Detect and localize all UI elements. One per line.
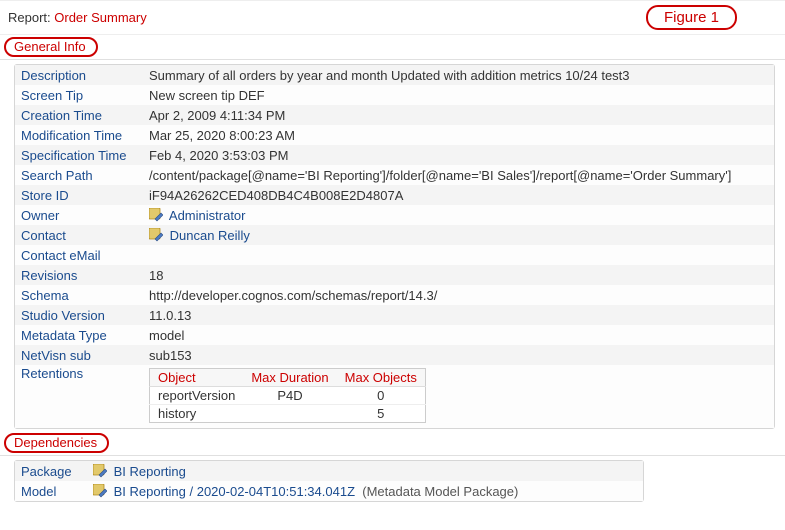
value-contact: Duncan Reilly — [149, 228, 768, 243]
package-shortcut-icon — [93, 464, 107, 478]
label-search-path: Search Path — [21, 168, 149, 183]
section-general-info-title: General Info — [4, 37, 98, 57]
label-modification-time: Modification Time — [21, 128, 149, 143]
value-studio-version: 11.0.13 — [149, 308, 768, 323]
user-shortcut-icon — [149, 228, 163, 242]
row-store-id: Store ID iF94A26262CED408DB4C4B008E2D480… — [15, 185, 774, 205]
retentions-wrap: Object Max Duration Max Objects reportVe… — [149, 366, 426, 427]
cell-max-duration: P4D — [243, 387, 336, 405]
user-shortcut-icon — [149, 208, 163, 222]
retentions-col-max-duration: Max Duration — [243, 369, 336, 387]
value-modification-time: Mar 25, 2020 8:00:23 AM — [149, 128, 768, 143]
model-link[interactable]: BI Reporting / 2020-02-04T10:51:34.041Z — [114, 484, 355, 499]
section-dependencies-header: Dependencies — [0, 433, 785, 456]
label-contact: Contact — [21, 228, 149, 243]
value-netvisn-sub: sub153 — [149, 348, 768, 363]
row-creation-time: Creation Time Apr 2, 2009 4:11:34 PM — [15, 105, 774, 125]
label-specification-time: Specification Time — [21, 148, 149, 163]
value-creation-time: Apr 2, 2009 4:11:34 PM — [149, 108, 768, 123]
row-schema: Schema http://developer.cognos.com/schem… — [15, 285, 774, 305]
row-contact-email: Contact eMail — [15, 245, 774, 265]
label-creation-time: Creation Time — [21, 108, 149, 123]
value-owner: Administrator — [149, 208, 768, 223]
cell-object: history — [150, 405, 244, 423]
row-specification-time: Specification Time Feb 4, 2020 3:53:03 P… — [15, 145, 774, 165]
label-store-id: Store ID — [21, 188, 149, 203]
package-shortcut-icon — [93, 484, 107, 498]
general-info-panel: Description Summary of all orders by yea… — [14, 64, 775, 429]
table-row: reportVersion P4D 0 — [150, 387, 426, 405]
value-metadata-type: model — [149, 328, 768, 343]
label-studio-version: Studio Version — [21, 308, 149, 323]
value-schema: http://developer.cognos.com/schemas/repo… — [149, 288, 768, 303]
row-metadata-type: Metadata Type model — [15, 325, 774, 345]
value-store-id: iF94A26262CED408DB4C4B008E2D4807A — [149, 188, 768, 203]
label-schema: Schema — [21, 288, 149, 303]
label-description: Description — [21, 68, 149, 83]
package-link[interactable]: BI Reporting — [114, 464, 186, 479]
row-retentions: Retentions Object Max Duration Max Objec… — [15, 365, 774, 428]
cell-max-objects: 5 — [337, 405, 426, 423]
contact-link[interactable]: Duncan Reilly — [170, 228, 250, 243]
report-label: Report: — [8, 10, 51, 25]
row-description: Description Summary of all orders by yea… — [15, 65, 774, 85]
value-model: BI Reporting / 2020-02-04T10:51:34.041Z … — [93, 484, 637, 499]
row-screen-tip: Screen Tip New screen tip DEF — [15, 85, 774, 105]
label-model: Model — [21, 484, 93, 499]
label-contact-email: Contact eMail — [21, 248, 149, 263]
row-contact: Contact Duncan Reilly — [15, 225, 774, 245]
row-package: Package BI Reporting — [15, 461, 643, 481]
report-title-line: Report: Order Summary — [8, 10, 147, 25]
cell-object: reportVersion — [150, 387, 244, 405]
retentions-table: Object Max Duration Max Objects reportVe… — [149, 368, 426, 423]
retentions-col-max-objects: Max Objects — [337, 369, 426, 387]
label-metadata-type: Metadata Type — [21, 328, 149, 343]
row-modification-time: Modification Time Mar 25, 2020 8:00:23 A… — [15, 125, 774, 145]
section-general-info-header: General Info — [0, 37, 785, 60]
row-netvisn-sub: NetVisn sub sub153 — [15, 345, 774, 365]
label-screen-tip: Screen Tip — [21, 88, 149, 103]
value-screen-tip: New screen tip DEF — [149, 88, 768, 103]
table-row: history 5 — [150, 405, 426, 423]
label-owner: Owner — [21, 208, 149, 223]
label-revisions: Revisions — [21, 268, 149, 283]
label-package: Package — [21, 464, 93, 479]
report-name: Order Summary — [54, 10, 146, 25]
row-studio-version: Studio Version 11.0.13 — [15, 305, 774, 325]
section-dependencies-title: Dependencies — [4, 433, 109, 453]
value-package: BI Reporting — [93, 464, 637, 479]
figure-annotation: Figure 1 — [646, 5, 737, 30]
retentions-col-object: Object — [150, 369, 244, 387]
value-specification-time: Feb 4, 2020 3:53:03 PM — [149, 148, 768, 163]
value-description: Summary of all orders by year and month … — [149, 68, 768, 83]
owner-link[interactable]: Administrator — [169, 208, 246, 223]
label-retentions: Retentions — [21, 366, 149, 381]
model-suffix: (Metadata Model Package) — [362, 484, 518, 499]
cell-max-objects: 0 — [337, 387, 426, 405]
dependencies-panel: Package BI Reporting Model BI Reporting … — [14, 460, 644, 502]
report-header: Report: Order Summary Figure 1 — [0, 0, 785, 35]
cell-max-duration — [243, 405, 336, 423]
row-revisions: Revisions 18 — [15, 265, 774, 285]
row-model: Model BI Reporting / 2020-02-04T10:51:34… — [15, 481, 643, 501]
value-revisions: 18 — [149, 268, 768, 283]
row-owner: Owner Administrator — [15, 205, 774, 225]
value-search-path: /content/package[@name='BI Reporting']/f… — [149, 168, 768, 183]
row-search-path: Search Path /content/package[@name='BI R… — [15, 165, 774, 185]
label-netvisn-sub: NetVisn sub — [21, 348, 149, 363]
